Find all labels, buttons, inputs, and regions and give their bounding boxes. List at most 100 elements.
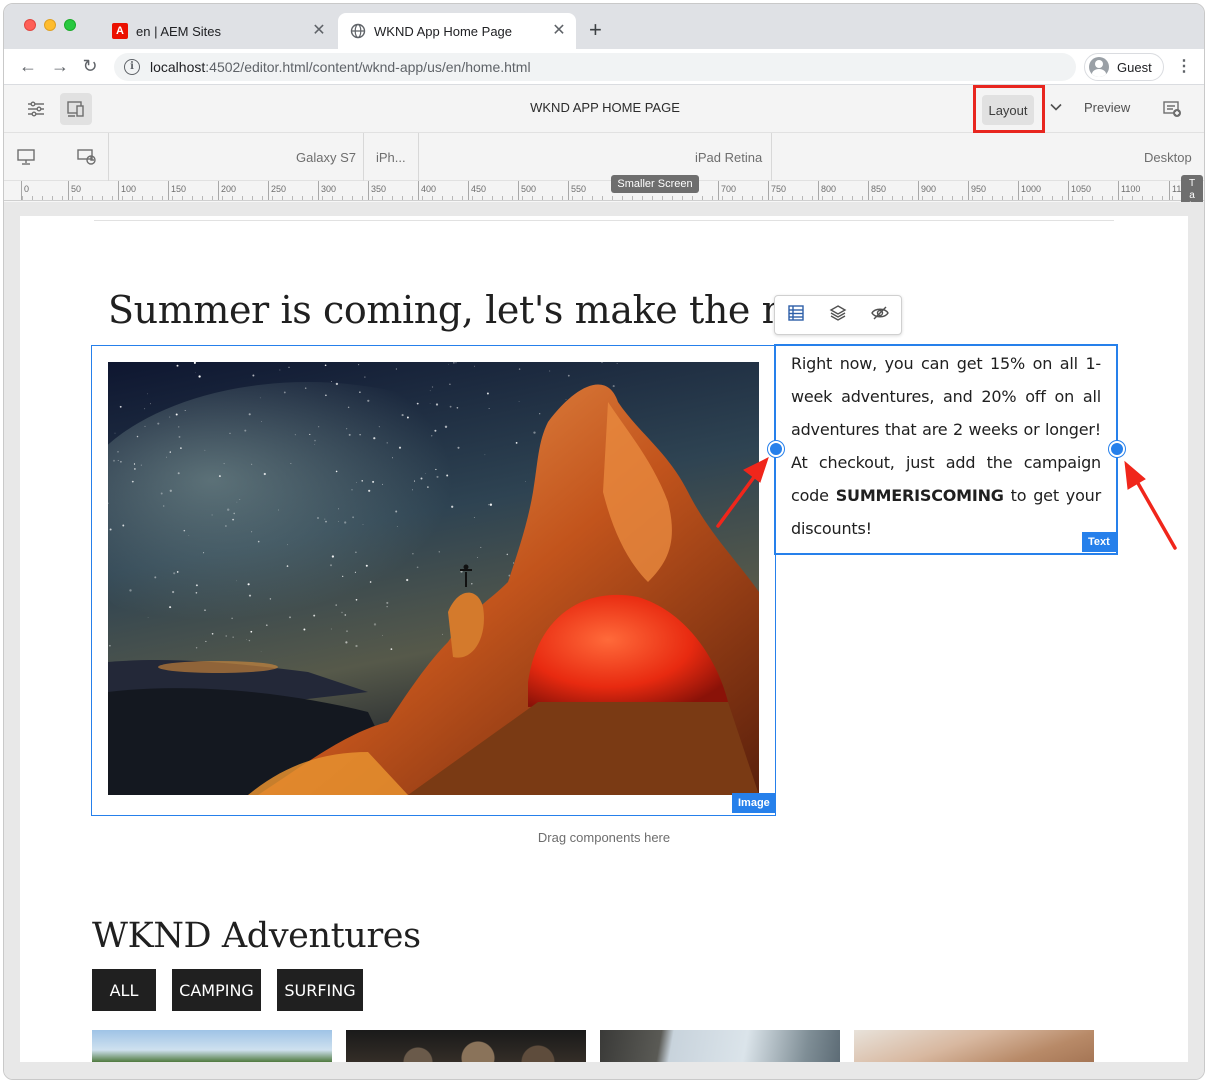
smaller-screen-marker[interactable]: Smaller Screen xyxy=(611,175,699,193)
ruler-tick xyxy=(368,181,369,200)
star-dot xyxy=(269,598,272,600)
parent-table-icon[interactable] xyxy=(787,304,805,327)
device-ipad-retina[interactable]: iPad Retina xyxy=(695,150,762,165)
filter-surfing-button[interactable]: SURFING xyxy=(277,969,363,1011)
adventure-thumbnail[interactable] xyxy=(600,1030,840,1062)
forward-icon[interactable]: → xyxy=(50,56,70,76)
star-dot xyxy=(373,437,376,440)
text-component-body[interactable]: Right now, you can get 15% on all 1-week… xyxy=(791,347,1101,545)
star-dot xyxy=(346,428,348,430)
resize-handle-left[interactable] xyxy=(768,441,784,457)
star-dot xyxy=(154,576,157,579)
star-dot xyxy=(364,376,366,378)
star-dot xyxy=(314,439,316,442)
star-dot xyxy=(488,504,490,506)
close-window-button[interactable] xyxy=(24,19,36,31)
star-dot xyxy=(533,431,536,434)
chevron-down-icon[interactable] xyxy=(1050,100,1062,114)
star-dot xyxy=(351,489,353,491)
close-tab-icon[interactable]: ✕ xyxy=(310,22,328,40)
star-dot xyxy=(195,372,197,374)
rotate-device-icon[interactable] xyxy=(76,148,98,171)
device-galaxy-s7[interactable]: Galaxy S7 xyxy=(296,150,356,165)
star-dot xyxy=(352,516,355,519)
star-dot xyxy=(171,590,175,594)
maximize-window-button[interactable] xyxy=(64,19,76,31)
adventure-thumbnail[interactable] xyxy=(346,1030,586,1062)
star-dot xyxy=(565,399,567,400)
star-dot xyxy=(347,406,350,409)
ruler-tick-label: 200 xyxy=(221,184,237,194)
ruler-tick-label: 100 xyxy=(121,184,137,194)
site-info-icon[interactable]: i xyxy=(124,59,140,75)
resize-handle-right[interactable] xyxy=(1109,441,1125,457)
page-headline: Summer is coming, let's make the most of… xyxy=(108,288,788,332)
back-icon[interactable]: ← xyxy=(18,56,38,76)
reload-icon[interactable]: ↻ xyxy=(80,56,100,76)
tablet-marker-letter: a xyxy=(1189,189,1195,201)
annotations-icon[interactable] xyxy=(1162,100,1182,123)
star-dot xyxy=(361,480,363,482)
star-dot xyxy=(144,408,146,410)
drag-components-placeholder[interactable]: Drag components here xyxy=(20,830,1188,845)
emulator-toggle-icon[interactable] xyxy=(60,93,92,125)
star-dot xyxy=(331,381,332,382)
layers-icon[interactable] xyxy=(829,304,847,327)
side-panel-toggle-icon[interactable] xyxy=(20,93,52,125)
ruler-tick xyxy=(218,181,219,200)
star-dot xyxy=(429,402,431,404)
address-bar[interactable]: i localhost:4502/editor.html/content/wkn… xyxy=(114,53,1076,81)
star-dot xyxy=(488,408,490,409)
star-dot xyxy=(431,386,434,388)
star-dot xyxy=(369,581,372,583)
star-dot xyxy=(198,375,201,378)
editor-header: WKND APP HOME PAGE Layout Preview xyxy=(4,85,1204,133)
star-dot xyxy=(177,426,180,428)
adventure-thumbnail[interactable] xyxy=(854,1030,1094,1062)
star-dot xyxy=(183,529,186,532)
star-dot xyxy=(117,450,119,453)
star-dot xyxy=(356,481,357,483)
hide-component-icon[interactable] xyxy=(871,304,889,327)
tab-wknd-home[interactable]: WKND App Home Page ✕ xyxy=(338,13,576,49)
star-dot xyxy=(140,464,142,466)
device-desktop[interactable]: Desktop xyxy=(1144,150,1192,165)
star-dot xyxy=(372,480,375,483)
star-dot xyxy=(354,571,356,573)
star-dot xyxy=(246,639,248,640)
ruler-tick-label: 300 xyxy=(321,184,337,194)
tab-aem-sites[interactable]: A en | AEM Sites ✕ xyxy=(100,13,336,49)
star-dot xyxy=(355,551,357,554)
star-dot xyxy=(244,429,247,432)
star-dot xyxy=(248,594,252,597)
filter-camping-button[interactable]: CAMPING xyxy=(172,969,261,1011)
ruler-tick-label: 950 xyxy=(971,184,987,194)
ruler-tick-label: 450 xyxy=(471,184,487,194)
star-dot xyxy=(169,416,171,418)
hero-image[interactable] xyxy=(108,362,759,795)
star-dot xyxy=(324,518,326,520)
close-tab-icon[interactable]: ✕ xyxy=(550,22,568,40)
adventure-thumbnail[interactable] xyxy=(92,1030,332,1062)
ruler-tick-label: 250 xyxy=(271,184,287,194)
star-dot xyxy=(294,434,296,436)
new-tab-button[interactable]: + xyxy=(589,19,602,41)
profile-button[interactable]: Guest xyxy=(1084,53,1164,81)
star-dot xyxy=(248,639,251,642)
desktop-icon[interactable] xyxy=(16,148,36,171)
star-dot xyxy=(324,364,327,367)
star-dot xyxy=(368,489,371,492)
star-dot xyxy=(114,432,116,434)
star-dot xyxy=(525,481,526,482)
star-dot xyxy=(287,544,288,546)
minimize-window-button[interactable] xyxy=(44,19,56,31)
star-dot xyxy=(477,557,478,558)
globe-icon xyxy=(350,23,366,39)
more-menu-icon[interactable]: ⋮ xyxy=(1176,57,1192,77)
star-dot xyxy=(342,575,344,577)
star-dot xyxy=(288,366,290,368)
preview-button[interactable]: Preview xyxy=(1084,100,1130,115)
filter-all-button[interactable]: ALL xyxy=(92,969,156,1011)
device-iphone[interactable]: iPh... xyxy=(376,150,406,165)
star-dot xyxy=(345,641,348,644)
